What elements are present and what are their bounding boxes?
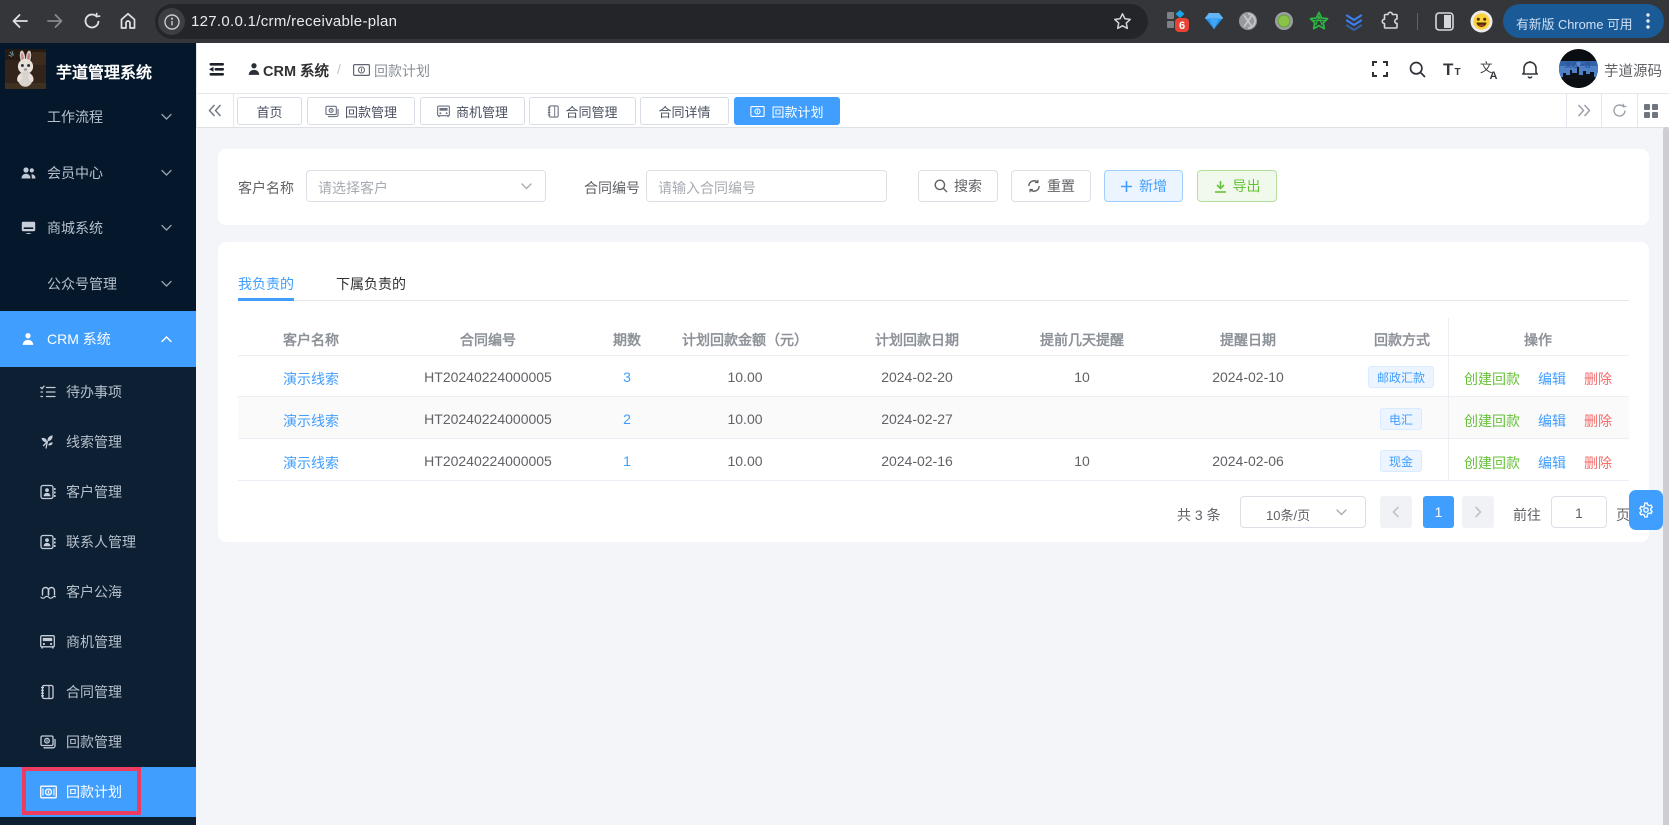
svg-text:T: T xyxy=(1455,67,1461,77)
svg-text:6: 6 xyxy=(1179,20,1185,32)
svg-text:A: A xyxy=(1490,70,1498,79)
svg-text:T: T xyxy=(1443,62,1454,77)
